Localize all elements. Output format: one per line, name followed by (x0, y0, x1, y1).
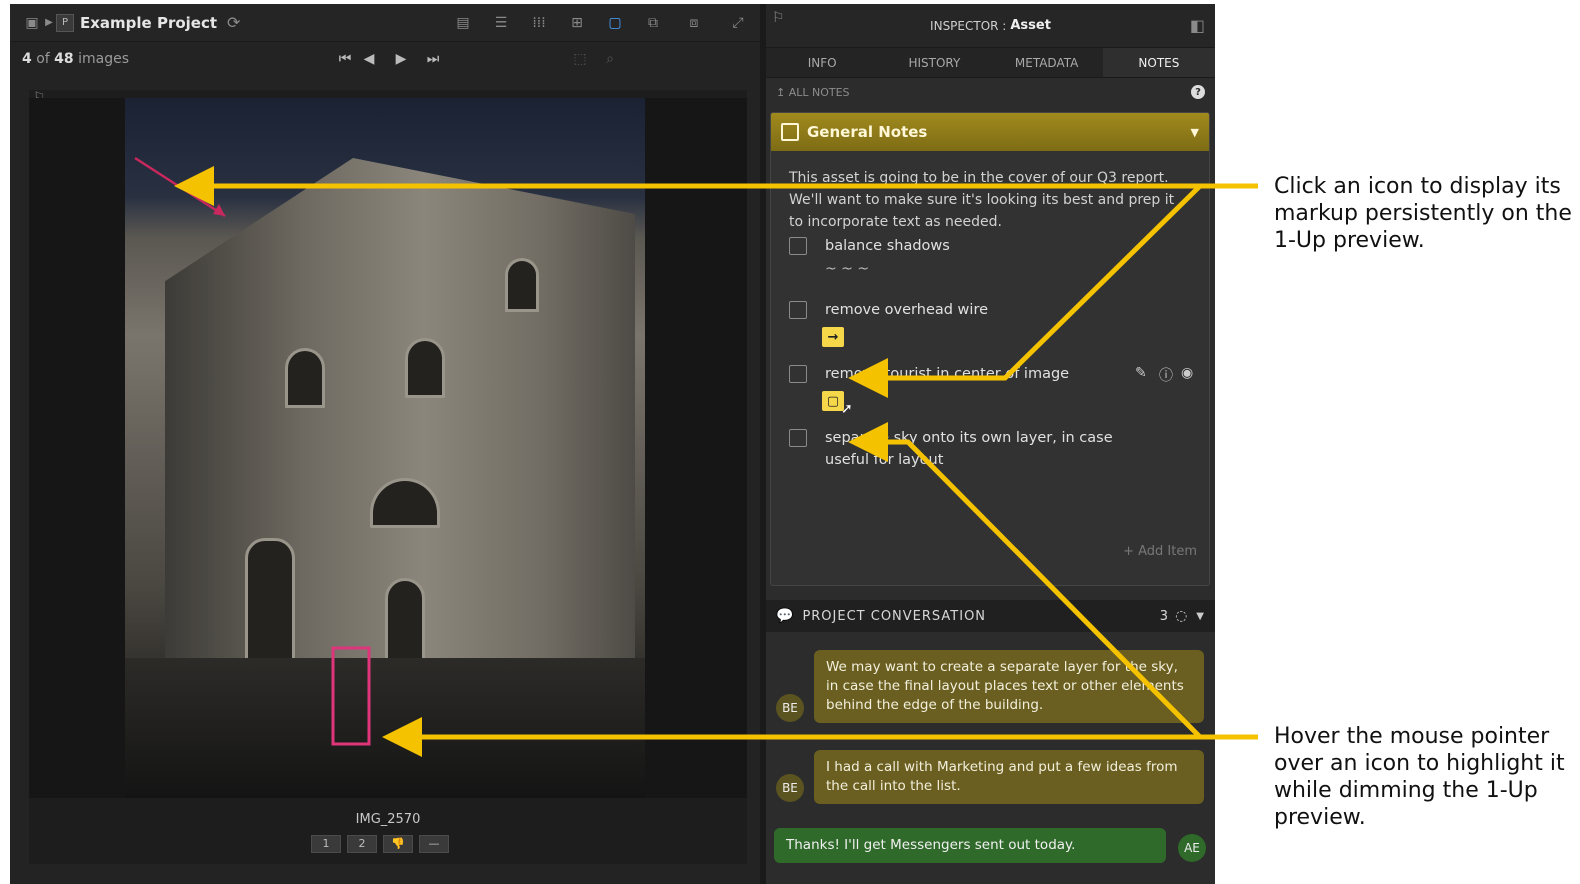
checkbox[interactable] (789, 365, 807, 383)
chat-bubbles-icon: 💬 (776, 608, 795, 624)
refresh-icon[interactable]: ⟳ (227, 13, 240, 32)
message-bubble: Thanks! I'll get Messengers sent out tod… (774, 828, 1166, 863)
note-icon (781, 123, 799, 141)
bookmark-icon[interactable]: ⚐ (772, 10, 785, 26)
chevron-down-icon[interactable]: ▼ (1191, 126, 1199, 139)
checklist-item: remove overhead wire (789, 299, 1155, 321)
tab-history[interactable]: HISTORY (878, 48, 990, 77)
wire-arrow-markup (134, 156, 226, 218)
fullscreen-icon[interactable]: ⤢ (716, 15, 760, 31)
tab-metadata[interactable]: METADATA (991, 48, 1103, 77)
project-icon: P (56, 13, 74, 32)
help-icon[interactable]: ? (1191, 85, 1205, 99)
checklist-item: remove tourist in center of image (789, 363, 1155, 385)
checkbox[interactable] (789, 429, 807, 447)
rating-2-button[interactable]: 2 (347, 835, 377, 853)
one-up-view-icon[interactable]: ▢ (596, 15, 634, 31)
avatar: BE (776, 774, 804, 802)
notes-title: General Notes (807, 123, 928, 141)
browser-pane: ▣ ▶ P Example Project ⟳ ▤ ☰ ⁞⁞⁞ ⊞ ▢ ⧉ ⧈ … (10, 4, 760, 884)
navigation-bar: 4 of 48 images ⏮ ◀ ▶ ⏭ ⬚ ⌕ (10, 42, 760, 76)
avatar: AE (1178, 834, 1206, 862)
list-view-icon[interactable]: ☰ (482, 15, 520, 31)
church-photo (125, 98, 645, 798)
message-count: 3 (1159, 608, 1170, 624)
avatar: BE (776, 694, 804, 722)
notes-header[interactable]: General Notes ▼ (771, 113, 1209, 151)
app-window: ▣ ▶ P Example Project ⟳ ▤ ☰ ⁞⁞⁞ ⊞ ▢ ⧉ ⧈ … (10, 4, 1215, 884)
second-window-icon[interactable]: ⧈ (672, 15, 716, 31)
inspector-context: Asset (1010, 18, 1051, 33)
grid-large-view-icon[interactable]: ⊞ (558, 15, 596, 31)
chevron-down-icon[interactable]: ▼ (1196, 611, 1205, 622)
tab-notes[interactable]: NOTES (1102, 48, 1215, 77)
mouse-pointer-icon: ➚ (841, 401, 853, 417)
image-count: 4 of 48 images (22, 51, 129, 67)
tab-info[interactable]: INFO (766, 48, 878, 77)
squiggle-markup-icon[interactable]: ~ ~ ~ (825, 261, 869, 277)
image-markup-overlay (134, 156, 371, 746)
toggle-panel-icon[interactable]: ◧ (1190, 16, 1205, 35)
checklist-item: balance shadows (789, 235, 1155, 257)
conversation-header[interactable]: 💬 PROJECT CONVERSATION 3 ◌ ▼ (766, 600, 1215, 632)
checkbox[interactable] (789, 301, 807, 319)
zoom-icon[interactable]: ⌕ (595, 51, 625, 67)
next-image-icon[interactable]: ▶ (381, 51, 421, 67)
inspector-header: ⚐ INSPECTOR : Asset ◧ (766, 4, 1215, 48)
image-library-icon[interactable]: ▣ (22, 15, 42, 31)
checklist-item: separate sky onto its own layer, in case… (789, 427, 1155, 471)
inspector-label: INSPECTOR : (930, 18, 1007, 33)
one-up-preview: ⚐ IMG_2570 (29, 90, 747, 864)
first-image-icon[interactable]: ⏮ (333, 51, 357, 67)
clear-rating-button[interactable]: — (419, 835, 449, 853)
checkbox[interactable] (789, 237, 807, 255)
all-notes-link[interactable]: ↥ ALL NOTES ? (766, 78, 1215, 106)
add-item-button[interactable]: + Add Item (1123, 544, 1197, 559)
tourist-box-markup (331, 646, 371, 746)
inspector-pane: ⚐ INSPECTOR : Asset ◧ INFO HISTORY METAD… (766, 4, 1215, 884)
rating-1-button[interactable]: 1 (311, 835, 341, 853)
comment-icon: ◌ (1175, 608, 1189, 624)
annotation-top: Click an icon to display its markup pers… (1274, 174, 1572, 253)
eye-icon[interactable]: ◉ (1181, 365, 1193, 381)
previous-image-icon[interactable]: ◀ (357, 51, 381, 67)
pencil-icon[interactable]: ✎ (1135, 365, 1147, 381)
general-notes-card: General Notes ▼ This asset is going to b… (770, 112, 1210, 586)
compare-view-icon[interactable]: ⧉ (634, 15, 672, 31)
rating-buttons: 1 2 👎 — (311, 835, 449, 853)
project-title: Example Project (80, 13, 218, 32)
disclosure-arrow-icon[interactable]: ▶ (42, 17, 56, 28)
image-frame (29, 98, 747, 798)
inspector-tabs: INFO HISTORY METADATA NOTES (766, 48, 1215, 78)
conversation-title: PROJECT CONVERSATION (802, 608, 987, 624)
grid-small-view-icon[interactable]: ⁞⁞⁞ (520, 15, 558, 31)
crop-grid-icon[interactable]: ⬚ (565, 51, 595, 67)
message-bubble: We may want to create a separate layer f… (814, 650, 1204, 723)
info-icon[interactable]: ⓘ (1159, 365, 1173, 385)
message-bubble: I had a call with Marketing and put a fe… (814, 750, 1204, 804)
top-toolbar: ▣ ▶ P Example Project ⟳ ▤ ☰ ⁞⁞⁞ ⊞ ▢ ⧉ ⧈ … (10, 4, 760, 42)
last-image-icon[interactable]: ⏭ (421, 51, 445, 67)
annotation-bottom: Hover the mouse pointer over an icon to … (1274, 724, 1565, 830)
arrow-markup-icon[interactable]: → (822, 327, 844, 347)
thumbs-down-icon[interactable]: 👎 (383, 835, 413, 853)
filmstrip-view-icon[interactable]: ▤ (444, 15, 482, 31)
image-filename: IMG_2570 (355, 812, 421, 827)
